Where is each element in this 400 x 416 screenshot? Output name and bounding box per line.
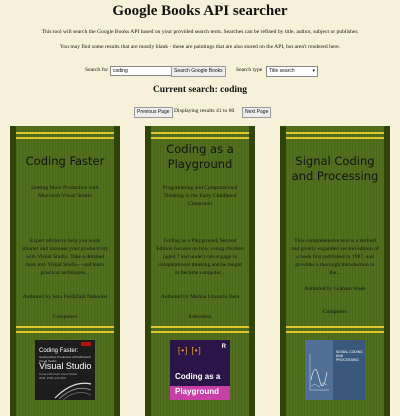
cover-title: SIGNAL CODING AND PROCESSING bbox=[336, 350, 363, 363]
search-label: Search for bbox=[85, 67, 109, 73]
book-author: Authored by Marina Umaschi Bers bbox=[160, 294, 240, 300]
book-description: Coding as a Playground, Second Edition f… bbox=[156, 238, 244, 276]
divider bbox=[151, 137, 249, 139]
book-title-text: Coding as a Playground bbox=[166, 142, 234, 171]
signal-graph-icon bbox=[309, 354, 329, 391]
cover-title: Coding as a bbox=[175, 372, 221, 381]
book-cover[interactable]: Coding Faster: Getting More Productive w… bbox=[35, 340, 95, 400]
cover-title-band: Playground bbox=[170, 386, 230, 400]
book-title: Coding Faster bbox=[25, 154, 105, 168]
book-subtitle: Getting More Productive with Microsoft V… bbox=[31, 185, 99, 199]
divider bbox=[286, 326, 384, 328]
search-type-label: Search type bbox=[236, 67, 263, 73]
book-card[interactable]: Coding as a Playground Programming and C… bbox=[145, 126, 255, 416]
chevron-down-icon: ▾ bbox=[312, 68, 315, 74]
book-subtitle: Programming and Computational Thinking i… bbox=[162, 185, 238, 207]
results-info: Displaying results 41 to 80 bbox=[174, 108, 235, 114]
divider bbox=[16, 137, 114, 139]
search-type-value: Title search bbox=[269, 68, 295, 74]
book-author: Authored by Sara Ford|Zain Naboulsi bbox=[22, 294, 108, 300]
current-search: Current search: coding bbox=[152, 85, 248, 95]
search-input[interactable] bbox=[110, 66, 172, 76]
divider bbox=[16, 326, 114, 328]
book-author: Authored by Graham Wade bbox=[304, 286, 366, 292]
book-title: Coding as a Playground bbox=[151, 142, 249, 172]
publisher-badge bbox=[81, 342, 91, 346]
divider bbox=[151, 331, 249, 333]
divider bbox=[151, 326, 249, 328]
book-description: This comprehensive text is a revised and… bbox=[291, 238, 379, 276]
page-title: Google Books API searcher bbox=[112, 3, 288, 19]
cover-face: [•] [•] bbox=[178, 346, 202, 355]
divider bbox=[286, 132, 384, 134]
divider bbox=[16, 331, 114, 333]
divider bbox=[151, 132, 249, 134]
search-bar: Search for Search Google Books Search ty… bbox=[0, 65, 400, 77]
cover-title: Coding Faster: bbox=[39, 348, 79, 354]
search-type-select[interactable]: Title search ▾ bbox=[266, 66, 318, 77]
book-card[interactable]: Coding Faster Getting More Productive wi… bbox=[10, 126, 120, 416]
book-card[interactable]: Signal Coding and Processing This compre… bbox=[280, 126, 390, 416]
book-description: Expert advice to help you work smarter a… bbox=[21, 238, 109, 276]
cover-title-2: Playground bbox=[175, 387, 220, 396]
book-category: Education bbox=[188, 314, 212, 320]
prev-page-button[interactable]: Previous Page bbox=[134, 107, 173, 118]
book-cover[interactable]: [•] [•] R Coding as a Playground bbox=[170, 340, 230, 400]
divider bbox=[286, 137, 384, 139]
intro-text: This tool will search the Google Books A… bbox=[41, 29, 359, 35]
book-category: Computers bbox=[52, 314, 78, 320]
publisher-logo: R bbox=[221, 344, 226, 350]
cover-product: Visual Studio bbox=[39, 361, 92, 371]
pagination: Previous Page Displaying results 41 to 8… bbox=[0, 107, 400, 118]
book-category: Computers bbox=[322, 309, 348, 315]
divider bbox=[286, 331, 384, 333]
book-title: Signal Coding and Processing bbox=[291, 154, 379, 183]
intro-note: You may find some results that are mostl… bbox=[59, 44, 341, 50]
swirl-graphic-icon bbox=[54, 382, 92, 400]
next-page-button[interactable]: Next Page bbox=[242, 107, 272, 118]
book-cover[interactable]: SIGNAL CODING AND PROCESSING bbox=[305, 340, 365, 400]
search-button[interactable]: Search Google Books bbox=[171, 66, 226, 77]
divider bbox=[16, 132, 114, 134]
